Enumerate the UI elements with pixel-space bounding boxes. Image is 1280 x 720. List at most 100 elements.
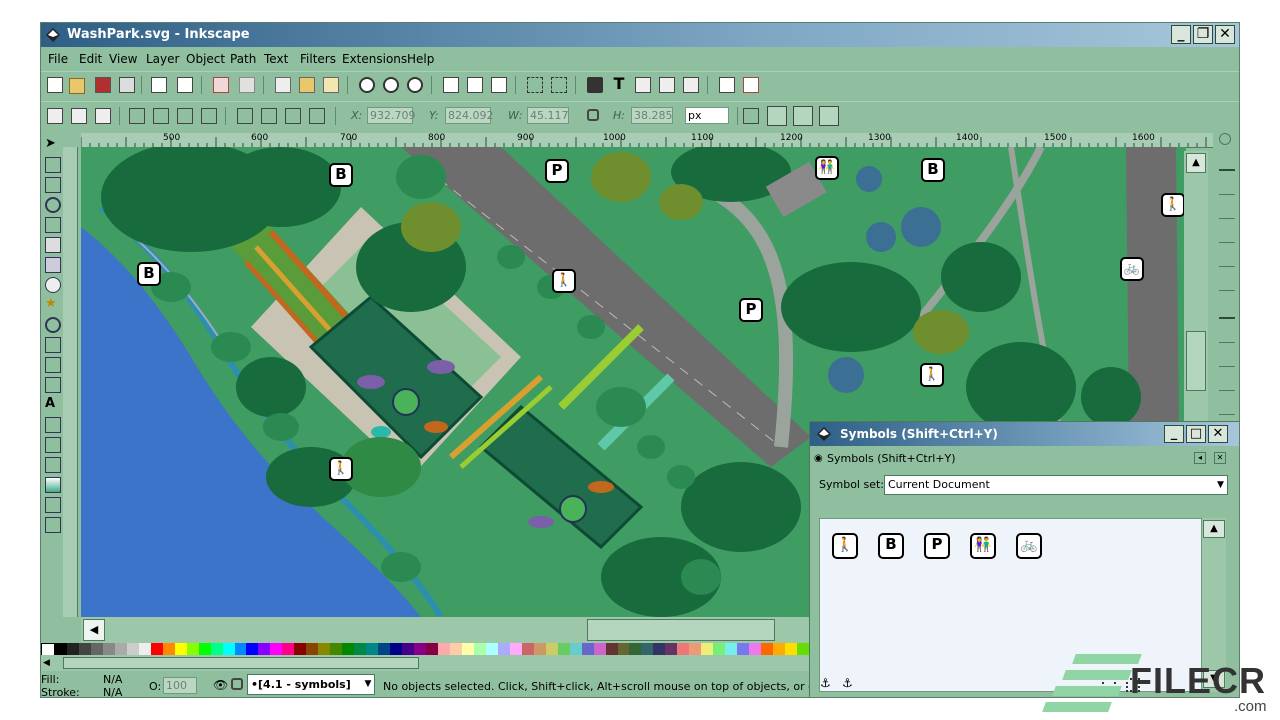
symbol-hiker-icon[interactable]: 🚶	[832, 533, 858, 559]
hiker-icon[interactable]: 🚶	[552, 269, 576, 293]
fill-value[interactable]: N/A	[103, 673, 122, 686]
tweak-tool-icon[interactable]	[45, 177, 61, 193]
rectangle-tool-icon[interactable]	[45, 237, 61, 253]
deselect-icon[interactable]	[95, 108, 111, 124]
snap-bbox-midpoints-icon[interactable]	[1219, 251, 1235, 267]
gradient-tool-icon[interactable]	[45, 477, 61, 493]
layer-dropdown-icon[interactable]: ▼	[361, 675, 375, 694]
w-field[interactable]: 45.117	[527, 107, 569, 124]
menu-text[interactable]: Text	[264, 52, 288, 66]
symbol-b[interactable]: B	[878, 533, 904, 559]
text-font-icon[interactable]: T	[611, 76, 627, 92]
lock-ratio-icon[interactable]	[587, 109, 599, 121]
snap-bbox-edges-icon[interactable]	[1219, 203, 1235, 219]
layers-icon[interactable]	[635, 77, 651, 93]
ellipse-tool-icon[interactable]	[45, 277, 61, 293]
y-field[interactable]: 824.092	[445, 107, 494, 124]
restroom-icon[interactable]: 👫	[815, 156, 839, 180]
palette-scroll-thumb[interactable]	[63, 657, 419, 669]
dialog-iconify-icon[interactable]: ◂	[1194, 452, 1206, 464]
undo-icon[interactable]	[213, 77, 229, 93]
dialog-tab-close-icon[interactable]: ✕	[1214, 452, 1226, 464]
text-tool-icon[interactable]: A	[45, 397, 61, 413]
palette-scroll-left-icon[interactable]: ◀	[43, 656, 55, 670]
duplicate-icon[interactable]	[443, 77, 459, 93]
color-palette[interactable]	[41, 643, 809, 657]
save-icon[interactable]	[95, 77, 111, 93]
import-icon[interactable]	[151, 77, 167, 93]
print-icon[interactable]	[119, 77, 135, 93]
3d-box-tool-icon[interactable]	[45, 257, 61, 273]
eraser-tool-icon[interactable]	[45, 437, 61, 453]
hiker-icon[interactable]: 🚶	[920, 363, 944, 387]
symbol-set-select[interactable]: Current Document	[884, 475, 1228, 495]
map-symbol-bike-parking[interactable]: B	[137, 262, 161, 286]
symbols-scroll-up-icon[interactable]: ▲	[1203, 520, 1225, 538]
zoom-tool-icon[interactable]	[45, 197, 61, 213]
dropper-tool-icon[interactable]	[45, 497, 61, 513]
menu-extensions[interactable]: Extensions	[342, 52, 407, 66]
clone-icon[interactable]	[467, 77, 483, 93]
minimize-button[interactable]: _	[1171, 25, 1191, 44]
select-all-icon[interactable]	[47, 108, 63, 124]
star-tool-icon[interactable]: ★	[45, 297, 61, 313]
add-symbol-icon[interactable]: ⚓	[820, 676, 836, 692]
symbol-set-dropdown-icon[interactable]: ▼	[1214, 476, 1227, 494]
cut-icon[interactable]	[299, 77, 315, 93]
visibility-eye-icon[interactable]: 👁	[213, 678, 228, 692]
snap-paths-icon[interactable]	[1219, 327, 1235, 343]
zoom-selection-icon[interactable]	[359, 77, 375, 93]
snap-bbox-centers-icon[interactable]	[1219, 275, 1235, 291]
measure-tool-icon[interactable]	[45, 217, 61, 233]
align-distribute-icon[interactable]	[683, 77, 699, 93]
map-symbol-parking[interactable]: P	[545, 159, 569, 183]
scroll-left-icon[interactable]: ◀	[83, 619, 105, 641]
palette-scrollbar[interactable]: ◀	[41, 655, 809, 671]
zoom-drawing-icon[interactable]	[383, 77, 399, 93]
menu-edit[interactable]: Edit	[79, 52, 102, 66]
redo-icon[interactable]	[239, 77, 255, 93]
fill-stroke-icon[interactable]	[587, 77, 603, 93]
move-patterns-icon[interactable]	[819, 106, 839, 126]
dialog-close-button[interactable]: ✕	[1208, 425, 1228, 443]
x-field[interactable]: 932.709	[367, 107, 416, 124]
move-gradients-icon[interactable]	[793, 106, 813, 126]
flip-vertical-icon[interactable]	[201, 108, 217, 124]
stroke-value[interactable]: N/A	[103, 686, 122, 697]
map-symbol-bike-parking[interactable]: B	[921, 158, 945, 182]
dialog-maximize-button[interactable]: □	[1186, 425, 1206, 443]
restore-button[interactable]: ❐	[1193, 25, 1213, 44]
connector-tool-icon[interactable]	[45, 517, 61, 533]
spiral-tool-icon[interactable]	[45, 317, 61, 333]
open-icon[interactable]	[69, 78, 85, 94]
hscroll-thumb[interactable]	[587, 619, 775, 641]
unlink-clone-icon[interactable]	[491, 77, 507, 93]
symbols-tab-label[interactable]: Symbols (Shift+Ctrl+Y)	[827, 452, 956, 465]
scroll-up-icon[interactable]: ▲	[1186, 153, 1206, 173]
map-symbol-bike-parking[interactable]: B	[329, 163, 353, 187]
symbol-bicycle-icon[interactable]: 🚲	[1016, 533, 1042, 559]
select-all-layers-icon[interactable]	[71, 108, 87, 124]
copy-icon[interactable]	[275, 77, 291, 93]
h-field[interactable]: 38.285	[631, 107, 673, 124]
bicycle-icon[interactable]: 🚲	[1120, 257, 1144, 281]
raise-icon[interactable]	[261, 108, 277, 124]
raise-to-top-icon[interactable]	[237, 108, 253, 124]
spray-tool-icon[interactable]	[45, 417, 61, 433]
menu-layer[interactable]: Layer	[146, 52, 179, 66]
paste-icon[interactable]	[323, 77, 339, 93]
snap-smooth-nodes-icon[interactable]	[1219, 399, 1235, 415]
preferences-icon[interactable]	[743, 77, 759, 93]
snap-enable-icon[interactable]	[1219, 155, 1235, 171]
calligraphy-tool-icon[interactable]	[45, 377, 61, 393]
menu-file[interactable]: File	[48, 52, 68, 66]
menu-view[interactable]: View	[109, 52, 137, 66]
ungroup-icon[interactable]	[551, 77, 567, 93]
menu-path[interactable]: Path	[230, 52, 256, 66]
pencil-tool-icon[interactable]	[45, 337, 61, 353]
scale-corners-icon[interactable]	[767, 106, 787, 126]
close-button[interactable]: ✕	[1215, 25, 1235, 44]
horizontal-scrollbar[interactable]: ◀	[81, 617, 809, 643]
bucket-tool-icon[interactable]	[45, 457, 61, 473]
scroll-thumb[interactable]	[1186, 331, 1206, 391]
